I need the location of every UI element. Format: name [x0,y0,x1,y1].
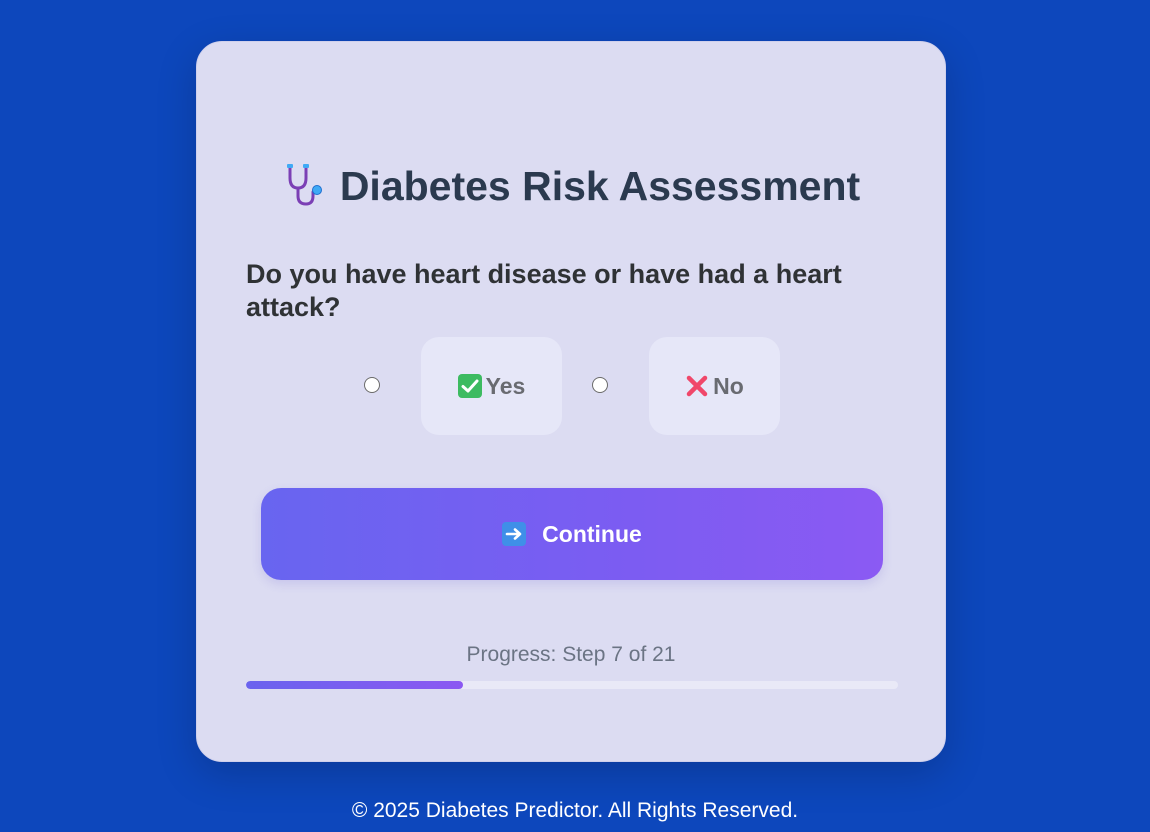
right-arrow-icon [502,522,527,546]
question-text: Do you have heart disease or have had a … [246,259,842,322]
progress-fill [246,681,464,689]
progress-bar [246,681,898,689]
no-label: No [713,372,744,399]
cross-mark-icon [686,375,708,397]
no-radio[interactable] [592,377,608,393]
yes-label: Yes [485,372,526,399]
check-mark-icon [457,374,482,398]
progress-label: Progress: Step 7 of 21 [466,643,676,666]
yes-option[interactable]: Yes [421,337,562,435]
no-option[interactable]: No [649,337,780,435]
stethoscope-icon [286,164,322,206]
continue-label: Continue [542,520,642,547]
title-text: Diabetes Risk Assessment [339,163,861,209]
continue-button[interactable]: Continue [261,488,883,580]
page-title: Diabetes Risk Assessment [197,160,945,212]
footer-copyright: © 2025 Diabetes Predictor. All Rights Re… [351,799,799,822]
assessment-card: Diabetes Risk Assessment Do you have hea… [196,41,946,762]
yes-radio[interactable] [364,377,380,393]
